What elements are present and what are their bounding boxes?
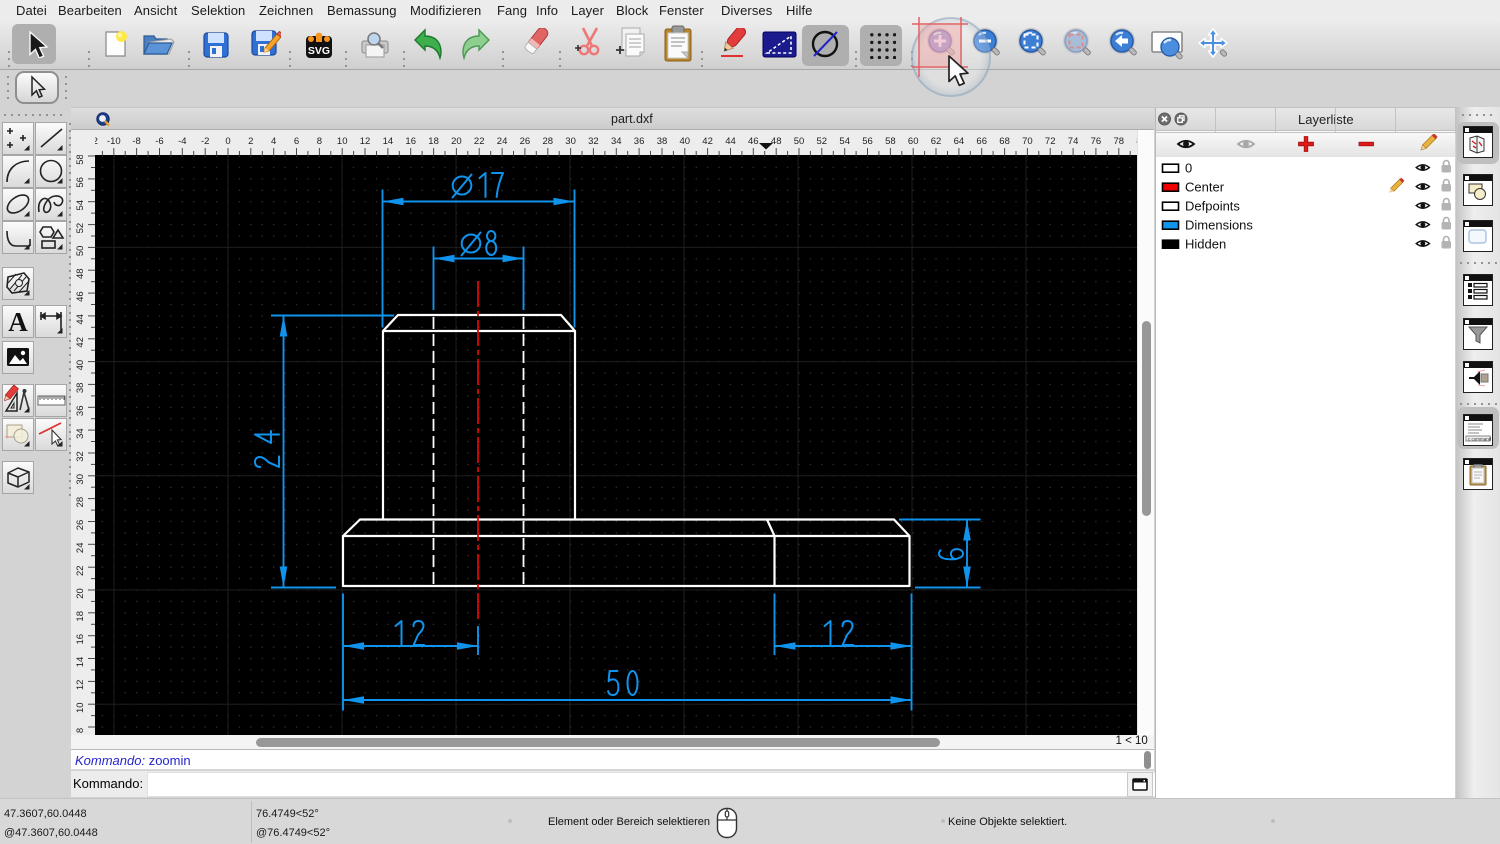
svg-text:-4: -4 xyxy=(178,136,186,147)
svg-text:42: 42 xyxy=(702,136,713,147)
svg-text:18: 18 xyxy=(428,136,439,147)
svg-text:28: 28 xyxy=(543,136,554,147)
svg-text:28: 28 xyxy=(75,497,86,508)
svg-text:54: 54 xyxy=(839,136,850,147)
svg-text:68: 68 xyxy=(999,136,1010,147)
svg-text:A: A xyxy=(8,307,28,337)
svg-text:72: 72 xyxy=(1045,136,1056,147)
svg-text:26: 26 xyxy=(75,520,86,531)
svg-text:-10: -10 xyxy=(107,136,121,147)
svg-text:4: 4 xyxy=(271,136,276,147)
svg-text:Defpoints: Defpoints xyxy=(1185,199,1240,214)
svg-text:74: 74 xyxy=(1068,136,1079,147)
svg-text:40: 40 xyxy=(680,136,691,147)
svg-text:14: 14 xyxy=(75,657,86,668)
svg-text:-12: -12 xyxy=(95,136,98,147)
svg-text:26: 26 xyxy=(520,136,531,147)
svg-text:52: 52 xyxy=(817,136,828,147)
svg-text:44: 44 xyxy=(75,314,86,325)
svg-text:14: 14 xyxy=(383,136,394,147)
svg-text:Center: Center xyxy=(1185,180,1225,195)
svg-text:8: 8 xyxy=(75,728,86,733)
svg-text:22: 22 xyxy=(75,565,86,576)
svg-text:56: 56 xyxy=(75,177,86,188)
svg-text:20: 20 xyxy=(75,588,86,599)
svg-text:32: 32 xyxy=(588,136,599,147)
svg-text:42: 42 xyxy=(75,337,86,348)
svg-text:24: 24 xyxy=(75,543,86,554)
svg-text:58: 58 xyxy=(885,136,896,147)
svg-text:6: 6 xyxy=(294,136,299,147)
svg-text:12: 12 xyxy=(360,136,371,147)
svg-text:40: 40 xyxy=(75,360,86,371)
svg-text:0: 0 xyxy=(1185,161,1192,176)
svg-text:12: 12 xyxy=(75,680,86,691)
svg-text:10: 10 xyxy=(337,136,348,147)
svg-text:36: 36 xyxy=(75,406,86,417)
svg-text:38: 38 xyxy=(657,136,668,147)
svg-text:SVG: SVG xyxy=(308,45,330,57)
svg-text:-2: -2 xyxy=(201,136,209,147)
svg-text:8: 8 xyxy=(317,136,322,147)
svg-text:20: 20 xyxy=(451,136,462,147)
svg-text:38: 38 xyxy=(75,383,86,394)
svg-text:16: 16 xyxy=(405,136,416,147)
svg-text:48: 48 xyxy=(75,268,86,279)
svg-text:0: 0 xyxy=(225,136,230,147)
svg-text:30: 30 xyxy=(565,136,576,147)
svg-text:30: 30 xyxy=(75,474,86,485)
svg-text:50: 50 xyxy=(75,246,86,257)
svg-text:16: 16 xyxy=(75,634,86,645)
svg-text:22: 22 xyxy=(474,136,485,147)
svg-text:44: 44 xyxy=(725,136,736,147)
svg-text:Dimensions: Dimensions xyxy=(1185,218,1253,233)
svg-text:50: 50 xyxy=(794,136,805,147)
svg-text:10: 10 xyxy=(75,702,86,713)
svg-text:52: 52 xyxy=(75,223,86,234)
svg-text:56: 56 xyxy=(862,136,873,147)
svg-text:Hidden: Hidden xyxy=(1185,237,1226,252)
svg-text:48: 48 xyxy=(771,136,782,147)
svg-text:18: 18 xyxy=(75,611,86,622)
svg-text:54: 54 xyxy=(75,200,86,211)
svg-text:c command: c command xyxy=(1468,437,1492,442)
svg-text:66: 66 xyxy=(976,136,987,147)
svg-text:34: 34 xyxy=(611,136,622,147)
svg-text:24: 24 xyxy=(497,136,508,147)
svg-text:76: 76 xyxy=(1091,136,1102,147)
svg-text:62: 62 xyxy=(931,136,942,147)
svg-text:70: 70 xyxy=(1022,136,1033,147)
svg-text:-6: -6 xyxy=(155,136,163,147)
svg-text:58: 58 xyxy=(75,155,86,165)
svg-text:60: 60 xyxy=(908,136,919,147)
svg-text:46: 46 xyxy=(75,291,86,302)
svg-text:-8: -8 xyxy=(132,136,140,147)
svg-text:78: 78 xyxy=(1114,136,1125,147)
svg-text:34: 34 xyxy=(75,428,86,439)
svg-text:2: 2 xyxy=(248,136,253,147)
svg-text:32: 32 xyxy=(75,451,86,462)
svg-text:46: 46 xyxy=(748,136,759,147)
svg-text:36: 36 xyxy=(634,136,645,147)
svg-text:64: 64 xyxy=(954,136,965,147)
